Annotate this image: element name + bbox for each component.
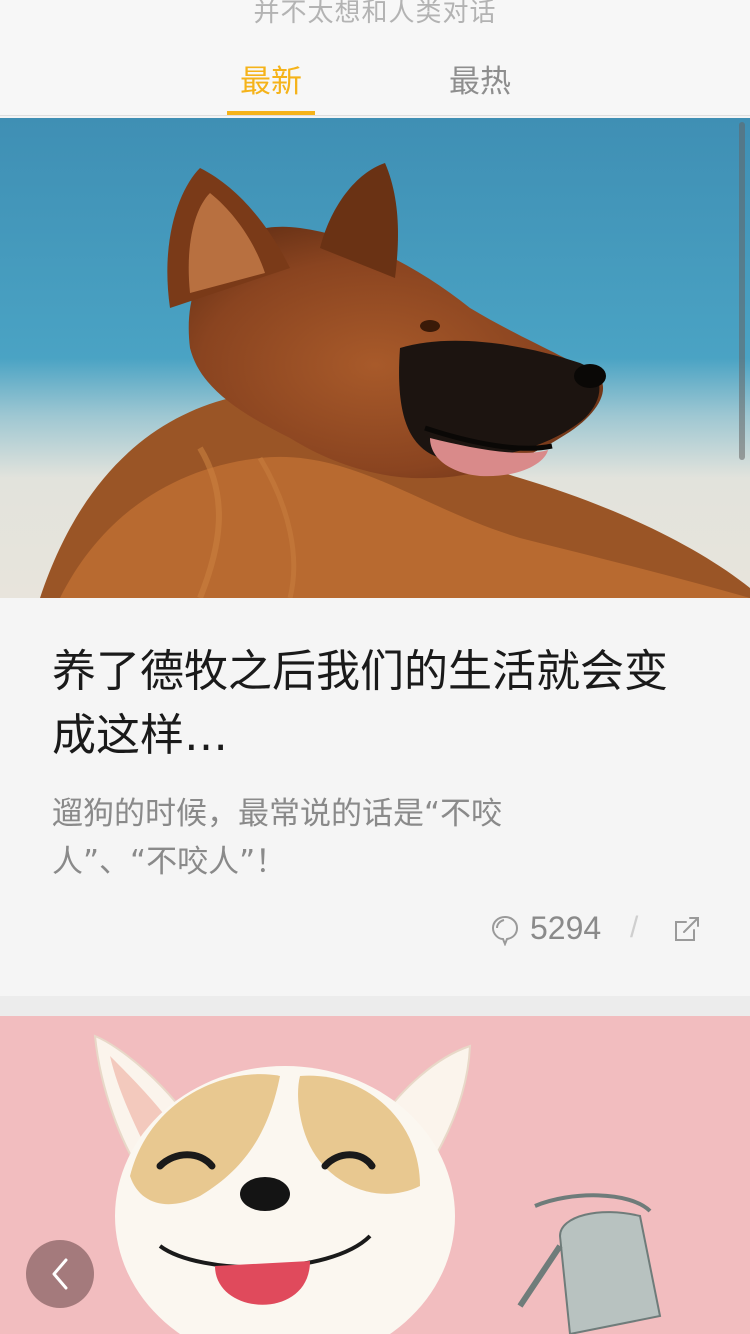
comment-icon[interactable] bbox=[490, 914, 520, 946]
active-tab-indicator bbox=[227, 111, 315, 115]
article-card[interactable]: 养了德牧之后我们的生活就会变成这样… 遛狗的时候，最常说的话是“不咬人”、“不咬… bbox=[0, 598, 750, 996]
back-button[interactable] bbox=[26, 1240, 94, 1308]
tab-latest[interactable]: 最新 bbox=[227, 56, 315, 101]
chevron-left-icon bbox=[52, 1258, 68, 1290]
article-title[interactable]: 养了德牧之后我们的生活就会变成这样… bbox=[52, 640, 702, 768]
comment-count: 5294 bbox=[530, 910, 602, 946]
header: 并不太想和人类对话 最新 最热 bbox=[0, 0, 750, 116]
page-subtitle: 并不太想和人类对话 bbox=[253, 0, 497, 28]
separator: / bbox=[630, 911, 639, 944]
article-image-german-shepherd[interactable] bbox=[0, 118, 750, 598]
share-icon[interactable] bbox=[672, 914, 702, 944]
scrollbar[interactable] bbox=[739, 122, 745, 460]
tab-hot[interactable]: 最热 bbox=[436, 56, 524, 101]
card-gap bbox=[0, 996, 750, 1016]
article-image-cartoon-dog[interactable] bbox=[0, 1016, 750, 1334]
article-summary: 遛狗的时候，最常说的话是“不咬人”、“不咬人”！ bbox=[52, 796, 503, 880]
